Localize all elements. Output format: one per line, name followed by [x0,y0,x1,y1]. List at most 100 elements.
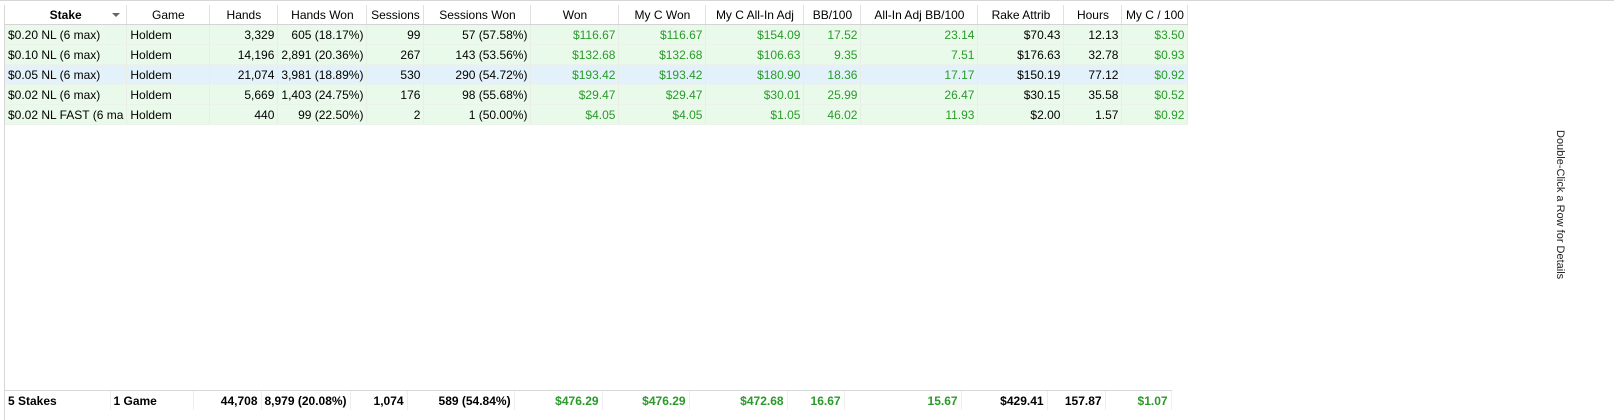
cell-hands-won: 3,981 (18.89%) [277,64,368,85]
table-row-selected[interactable]: $0.05 NL (6 max) Holdem 21,074 3,981 (18… [5,64,1189,85]
total-stakes: 5 Stakes [5,391,111,410]
cell-won: $193.42 [530,64,620,85]
total-sessions: 1,074 [350,391,408,410]
cell-my-c-all-in-adj: $154.09 [705,24,805,45]
cell-my-c-all-in-adj: $106.63 [705,44,805,65]
cell-all-in-adj-bb-100: 23.14 [860,24,979,45]
header-my-c-per-100[interactable]: My C / 100 [1121,5,1189,25]
cell-my-c-per-100: $0.93 [1121,44,1189,65]
stats-table: Stake Game Hands Hands Won Sessions Sess… [5,5,1189,125]
header-game[interactable]: Game [126,5,211,25]
cell-sessions: 176 [366,84,425,105]
cell-sessions: 2 [366,104,425,125]
header-sessions-won[interactable]: Sessions Won [423,5,532,25]
cell-stake: $0.02 NL (6 max) [5,84,128,105]
cell-rake-attrib: $2.00 [977,104,1065,125]
total-hours: 157.87 [1047,391,1106,410]
header-rake-attrib[interactable]: Rake Attrib [977,5,1065,25]
cell-hours: 77.12 [1063,64,1123,85]
cell-hands-won: 1,403 (24.75%) [277,84,368,105]
details-hint: Double-Click a Row for Details [1554,130,1566,280]
cell-game: Holdem [126,104,211,125]
total-rake-attrib: $429.41 [961,391,1048,410]
cell-game: Holdem [126,64,211,85]
cell-won: $4.05 [530,104,620,125]
cell-stake: $0.05 NL (6 max) [5,64,128,85]
header-hands[interactable]: Hands [209,5,279,25]
total-games: 1 Game [110,391,194,410]
cell-my-c-all-in-adj: $30.01 [705,84,805,105]
cell-game: Holdem [126,84,211,105]
cell-stake: $0.10 NL (6 max) [5,44,128,65]
table-row[interactable]: $0.10 NL (6 max) Holdem 14,196 2,891 (20… [5,44,1189,65]
total-my-c-per-100: $1.07 [1105,391,1172,410]
cell-hours: 12.13 [1063,24,1123,45]
cell-sessions: 267 [366,44,425,65]
cell-rake-attrib: $176.63 [977,44,1065,65]
cell-sessions: 530 [366,64,425,85]
total-my-c-all-in-adj: $472.68 [689,391,788,410]
cell-my-c-won: $116.67 [618,24,707,45]
total-all-in-adj-bb-100: 15.67 [844,391,962,410]
cell-hands: 3,329 [209,24,279,45]
total-my-c-won: $476.29 [602,391,690,410]
cell-my-c-won: $29.47 [618,84,707,105]
cell-hands-won: 605 (18.17%) [277,24,368,45]
cell-bb-100: 9.35 [803,44,862,65]
cell-hours: 32.78 [1063,44,1123,65]
header-my-c-all-in-adj[interactable]: My C All-In Adj [705,5,805,25]
cell-sessions-won: 98 (55.68%) [423,84,532,105]
cell-bb-100: 17.52 [803,24,862,45]
total-sessions-won: 589 (54.84%) [407,391,515,410]
cell-hands: 21,074 [209,64,279,85]
total-won: $476.29 [514,391,603,410]
cell-rake-attrib: $150.19 [977,64,1065,85]
cell-hours: 35.58 [1063,84,1123,105]
cell-stake: $0.02 NL FAST (6 ma [5,104,128,125]
cell-sessions-won: 57 (57.58%) [423,24,532,45]
totals-row: 5 Stakes 1 Game 44,708 8,979 (20.08%) 1,… [5,390,1172,410]
header-hands-won[interactable]: Hands Won [277,5,368,25]
cell-my-c-per-100: $0.92 [1121,104,1189,125]
table-row[interactable]: $0.02 NL FAST (6 ma Holdem 440 99 (22.50… [5,104,1189,125]
cell-won: $132.68 [530,44,620,65]
cell-my-c-won: $4.05 [618,104,707,125]
cell-bb-100: 25.99 [803,84,862,105]
cell-won: $116.67 [530,24,620,45]
header-stake[interactable]: Stake [5,5,128,25]
cell-game: Holdem [126,24,211,45]
total-hands-won: 8,979 (20.08%) [261,391,351,410]
cell-won: $29.47 [530,84,620,105]
cell-all-in-adj-bb-100: 17.17 [860,64,979,85]
cell-my-c-all-in-adj: $1.05 [705,104,805,125]
header-hours[interactable]: Hours [1063,5,1123,25]
header-bb-100[interactable]: BB/100 [803,5,862,25]
header-all-in-adj-bb-100[interactable]: All-In Adj BB/100 [860,5,979,25]
cell-my-c-won: $132.68 [618,44,707,65]
table-row[interactable]: $0.20 NL (6 max) Holdem 3,329 605 (18.17… [5,24,1189,45]
cell-all-in-adj-bb-100: 26.47 [860,84,979,105]
cell-my-c-per-100: $0.92 [1121,64,1189,85]
cell-game: Holdem [126,44,211,65]
cell-sessions-won: 1 (50.00%) [423,104,532,125]
cell-sessions-won: 143 (53.56%) [423,44,532,65]
cell-hands-won: 99 (22.50%) [277,104,368,125]
cell-my-c-per-100: $0.52 [1121,84,1189,105]
cell-bb-100: 46.02 [803,104,862,125]
cell-my-c-per-100: $3.50 [1121,24,1189,45]
header-my-c-won[interactable]: My C Won [618,5,707,25]
cell-rake-attrib: $70.43 [977,24,1065,45]
cell-sessions: 99 [366,24,425,45]
cell-hands: 14,196 [209,44,279,65]
header-row: Stake Game Hands Hands Won Sessions Sess… [5,5,1189,25]
cell-hands: 5,669 [209,84,279,105]
cell-rake-attrib: $30.15 [977,84,1065,105]
header-sessions[interactable]: Sessions [366,5,425,25]
table-row[interactable]: $0.02 NL (6 max) Holdem 5,669 1,403 (24.… [5,84,1189,105]
total-bb-100: 16.67 [787,391,845,410]
header-won[interactable]: Won [530,5,620,25]
cell-my-c-won: $193.42 [618,64,707,85]
cell-stake: $0.20 NL (6 max) [5,24,128,45]
cell-hands-won: 2,891 (20.36%) [277,44,368,65]
sort-descending-icon[interactable] [112,13,121,17]
